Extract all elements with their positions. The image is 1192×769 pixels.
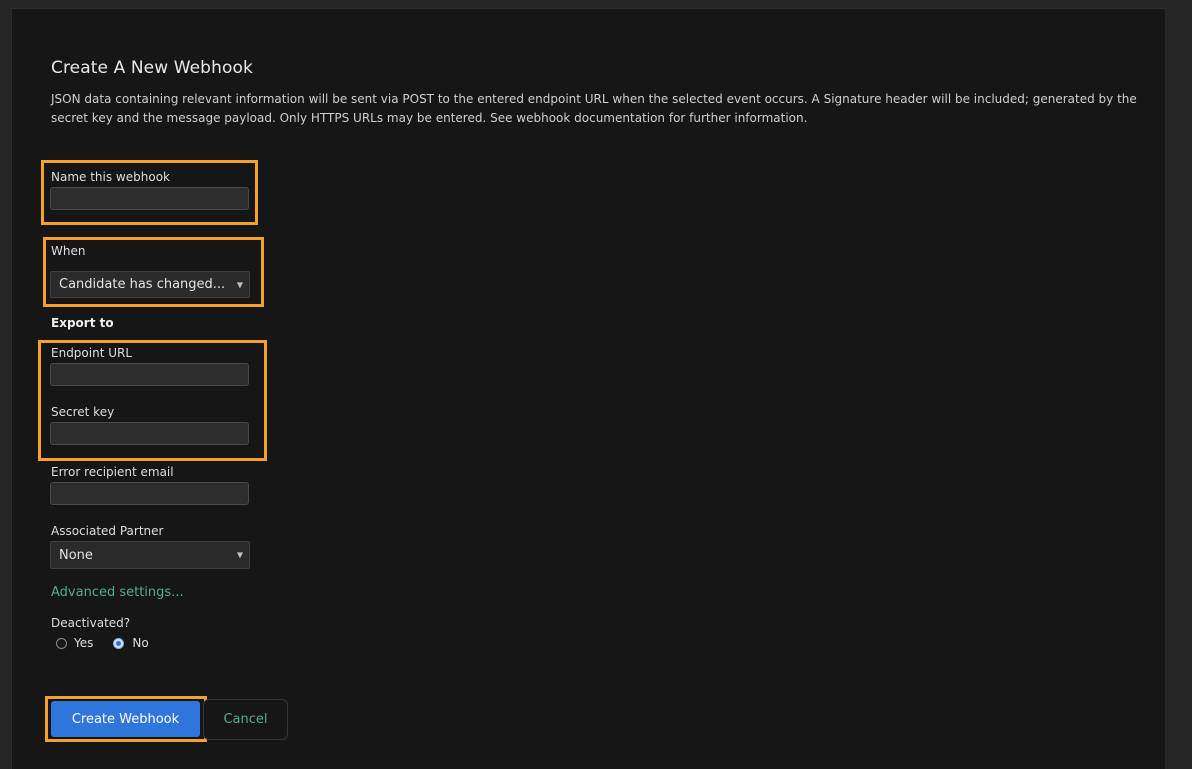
- deactivated-no-radio[interactable]: [113, 637, 125, 649]
- when-event-selected-value: Candidate has changed...: [59, 277, 226, 292]
- caret-down-icon: ▼: [236, 280, 243, 289]
- deactivated-no-label: No: [132, 636, 149, 650]
- deactivated-yes-radio[interactable]: [56, 637, 67, 649]
- name-field-label: Name this webhook: [51, 170, 170, 184]
- endpoint-url-label: Endpoint URL: [51, 346, 133, 360]
- secret-key-input[interactable]: [50, 422, 249, 445]
- advanced-settings-link[interactable]: Advanced settings...: [51, 585, 184, 600]
- when-field-label: When: [51, 244, 86, 258]
- page-description: JSON data containing relevant informatio…: [51, 92, 1137, 125]
- associated-partner-selected-value: None: [59, 547, 93, 563]
- error-email-input[interactable]: [50, 482, 249, 505]
- when-event-select[interactable]: Candidate has changed... ▼: [50, 271, 250, 298]
- cancel-button[interactable]: Cancel: [203, 699, 288, 740]
- associated-partner-select[interactable]: None ▼: [50, 541, 250, 569]
- page-title: Create A New Webhook: [51, 58, 253, 78]
- export-to-heading: Export to: [51, 316, 114, 330]
- deactivated-radio-group: Yes No: [56, 636, 149, 650]
- associated-partner-label: Associated Partner: [51, 524, 164, 538]
- deactivated-yes-label: Yes: [74, 636, 94, 650]
- webhook-name-input[interactable]: [50, 187, 249, 210]
- endpoint-url-input[interactable]: [50, 363, 249, 386]
- error-email-label: Error recipient email: [51, 465, 174, 479]
- caret-down-icon: ▼: [236, 550, 243, 560]
- create-webhook-button[interactable]: Create Webhook: [51, 701, 200, 737]
- secret-key-label: Secret key: [51, 405, 115, 419]
- deactivated-label: Deactivated?: [51, 616, 131, 630]
